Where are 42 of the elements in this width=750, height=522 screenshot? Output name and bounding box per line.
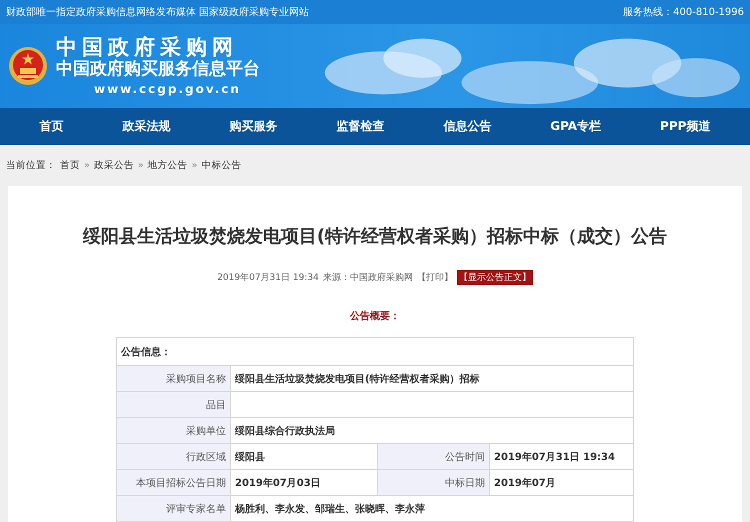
field-label: 本项目招标公告日期 [116,470,230,496]
nav-link[interactable]: 监督检查 [336,118,384,135]
logo-subtitle: 中国政府购买服务信息平台 [56,58,260,80]
article-title: 绥阳县生活垃圾焚烧发电项目(特许经营权者采购）招标中标（成交）公告 [82,225,668,248]
nav-link[interactable]: PPP频道 [660,118,710,135]
site-tagline: 财政部唯一指定政府采购信息网络发布媒体 国家级政府采购专业网站 [6,6,310,19]
field-label: 评审专家名单 [116,496,230,522]
publish-date: 2019年07月31日 19:34 [217,272,319,284]
field-value: 杨胜利、李永发、邹瑞生、张晓晖、李永萍 [230,496,634,522]
breadcrumb-link[interactable]: 首页 [60,159,80,172]
field-value: 绥阳县生活垃圾焚烧发电项目(特许经营权者采购）招标 [230,366,634,392]
breadcrumb-separator: » [192,160,198,171]
field-value: 2019年07月03日 [230,470,378,496]
breadcrumb-separator: » [138,160,144,171]
print-link[interactable]: 【打印】 [416,271,453,284]
hotline-text: 服务热线：400-810-1996 [623,6,744,19]
field-label: 品目 [116,392,230,418]
breadcrumb-link[interactable]: 政采公告 [94,159,134,172]
breadcrumb-link[interactable]: 中标公告 [201,159,242,172]
field-label: 采购项目名称 [116,366,230,392]
breadcrumb-link[interactable]: 地方公告 [148,159,188,172]
breadcrumb-separator: » [84,160,90,171]
table-heading: 公告信息： [116,338,634,366]
summary-heading: 公告概要： [350,310,400,323]
field-label: 采购单位 [116,418,230,444]
field-label: 公告时间 [378,444,490,470]
field-label: 中标日期 [378,470,490,496]
field-label: 行政区域 [116,444,230,470]
field-value: 绥阳县 [230,444,378,470]
nav-link[interactable]: GPA专栏 [550,118,602,135]
nav-link[interactable]: 信息公告 [443,118,492,135]
show-body-button[interactable]: 【显示公告正文】 [456,270,533,285]
nav-link[interactable]: 购买服务 [229,118,278,135]
field-value: 2019年07月31日 19:34 [490,444,634,470]
field-value: 2019年07月 [490,470,634,496]
site-url: www.ccgp.gov.cn [94,80,242,98]
source-text: 来源：中国政府采购网 [322,272,413,284]
logo-title: 中国政府采购网 [56,34,239,58]
nav-link[interactable]: 政采法规 [122,118,170,135]
national-emblem-icon [8,46,48,86]
nav-link[interactable]: 首页 [39,118,64,135]
breadcrumb-label: 当前位置： [6,159,56,172]
